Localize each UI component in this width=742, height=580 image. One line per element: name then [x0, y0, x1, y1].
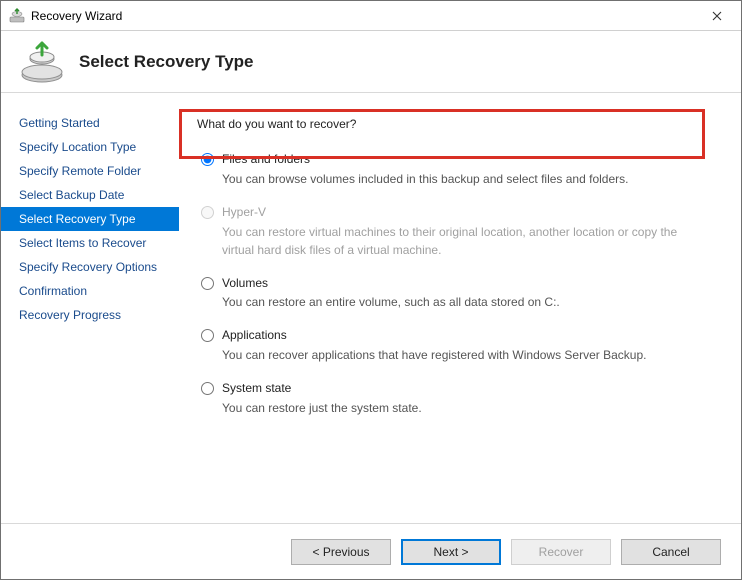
option-label: Volumes — [222, 275, 707, 292]
option-description: You can restore just the system state. — [222, 399, 707, 417]
app-icon — [9, 8, 25, 24]
close-button[interactable] — [695, 2, 739, 30]
prompt-text: What do you want to recover? — [197, 117, 715, 131]
option-description: You can recover applications that have r… — [222, 346, 707, 364]
recovery-option-applications[interactable]: Applications You can recover applications… — [197, 323, 715, 376]
wizard-step[interactable]: Specify Location Type — [1, 135, 179, 159]
option-label: System state — [222, 380, 707, 397]
recovery-options-group: Files and folders You can browse volumes … — [197, 147, 715, 429]
cancel-button[interactable]: Cancel — [621, 539, 721, 565]
titlebar: Recovery Wizard — [1, 1, 741, 31]
window-title: Recovery Wizard — [31, 9, 695, 23]
recovery-radio-applications[interactable] — [201, 329, 214, 342]
option-description: You can restore an entire volume, such a… — [222, 293, 707, 311]
wizard-step[interactable]: Select Items to Recover — [1, 231, 179, 255]
next-button[interactable]: Next > — [401, 539, 501, 565]
header: Select Recovery Type — [1, 31, 741, 93]
wizard-step[interactable]: Specify Remote Folder — [1, 159, 179, 183]
wizard-step[interactable]: Select Backup Date — [1, 183, 179, 207]
wizard-icon — [19, 39, 65, 85]
recovery-radio-hyperv — [201, 206, 214, 219]
close-icon — [712, 11, 722, 21]
recovery-option-files[interactable]: Files and folders You can browse volumes … — [197, 147, 715, 200]
recovery-radio-volumes[interactable] — [201, 277, 214, 290]
recovery-radio-files[interactable] — [201, 153, 214, 166]
recovery-radio-systemstate[interactable] — [201, 382, 214, 395]
recover-button: Recover — [511, 539, 611, 565]
wizard-footer: < Previous Next > Recover Cancel — [1, 523, 741, 579]
wizard-step[interactable]: Recovery Progress — [1, 303, 179, 327]
recovery-option-systemstate[interactable]: System state You can restore just the sys… — [197, 376, 715, 429]
option-label: Files and folders — [222, 151, 707, 168]
previous-button[interactable]: < Previous — [291, 539, 391, 565]
page-title: Select Recovery Type — [79, 52, 254, 72]
recovery-option-hyperv: Hyper-V You can restore virtual machines … — [197, 200, 715, 271]
recovery-option-volumes[interactable]: VolumesYou can restore an entire volume,… — [197, 271, 715, 324]
wizard-step[interactable]: Specify Recovery Options — [1, 255, 179, 279]
wizard-step[interactable]: Confirmation — [1, 279, 179, 303]
option-description: You can browse volumes included in this … — [222, 170, 707, 188]
option-label: Applications — [222, 327, 707, 344]
wizard-step[interactable]: Select Recovery Type — [1, 207, 179, 231]
wizard-steps-sidebar: Getting StartedSpecify Location TypeSpec… — [1, 93, 179, 523]
content-area: What do you want to recover? Files and f… — [179, 93, 741, 523]
wizard-step[interactable]: Getting Started — [1, 111, 179, 135]
option-description: You can restore virtual machines to thei… — [222, 223, 707, 259]
option-label: Hyper-V — [222, 204, 707, 221]
